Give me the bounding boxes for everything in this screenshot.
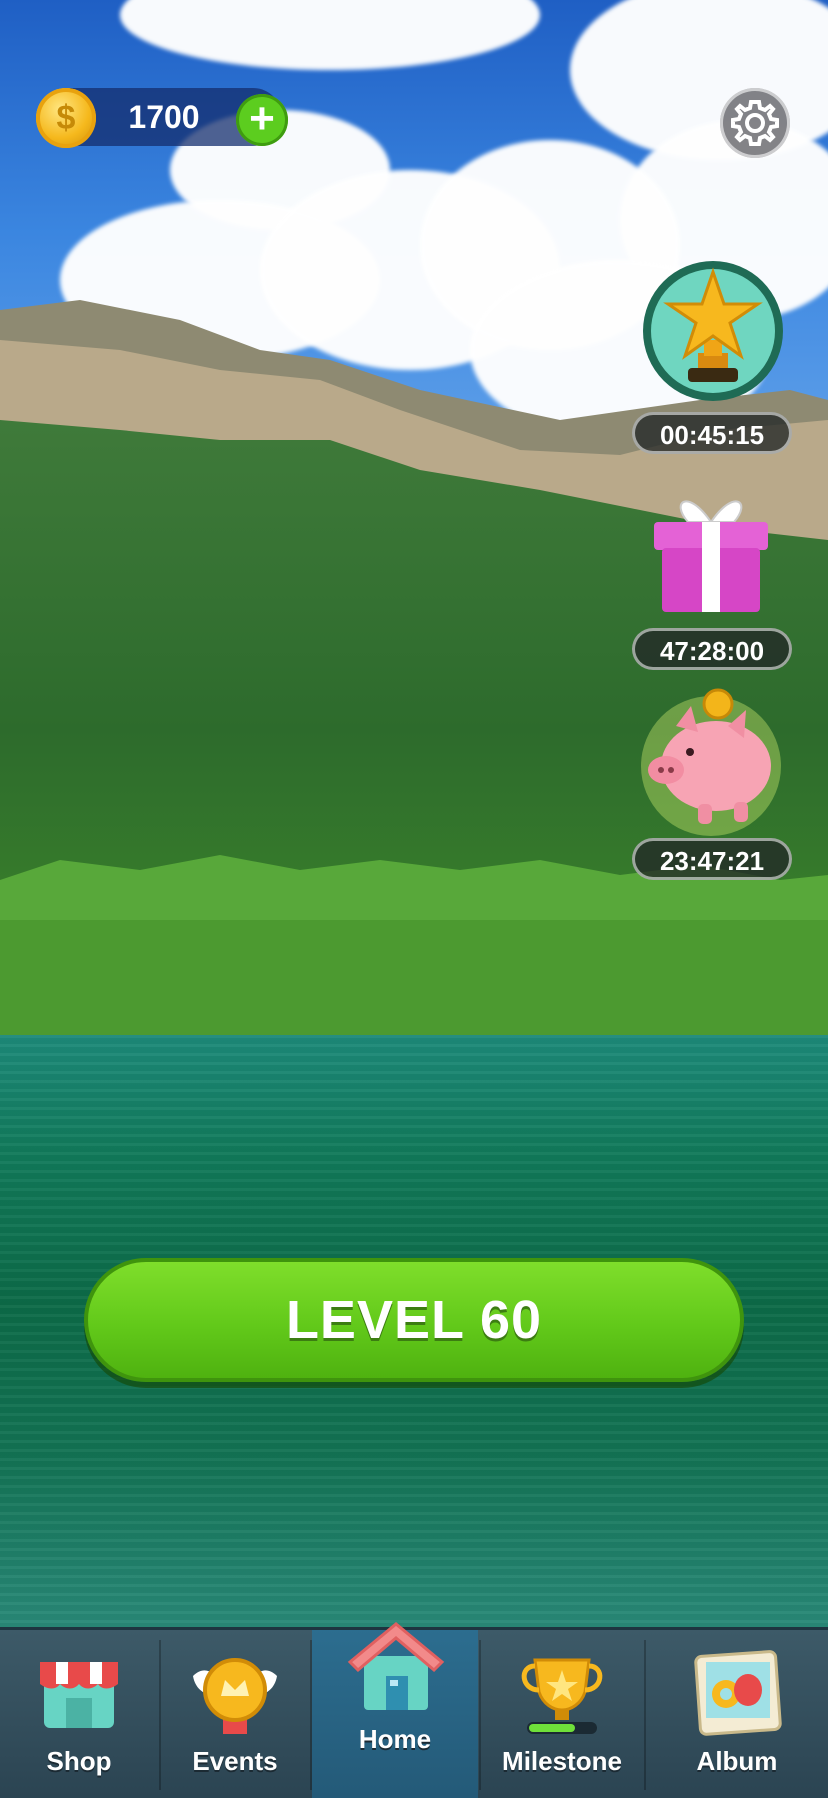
album-icon [694,1650,782,1736]
milestone-icon [521,1658,603,1734]
gear-icon [731,100,779,146]
play-level-label: LEVEL 60 [285,1290,543,1350]
piggy-bank-icon [641,688,781,836]
coin-amount: 1700 [128,99,200,135]
bottom-nav: Shop Events Home Milestone Album [0,1622,828,1798]
star-trophy-event[interactable] [640,258,786,404]
nav-events[interactable]: Events [161,1630,309,1798]
home-icon [347,1622,445,1710]
gift-box-timer: 47:28:00 [632,628,792,670]
settings-button[interactable] [720,88,790,158]
events-icon [193,1658,277,1734]
star-trophy-icon [643,261,783,401]
play-level-button[interactable]: LEVEL 60 [84,1258,744,1382]
piggy-bank-timer: 23:47:21 [632,838,792,880]
nav-home[interactable]: Home [312,1622,478,1798]
gift-box-icon [654,500,768,612]
nav-album-label: Album [696,1746,778,1776]
gift-box-event[interactable] [648,478,774,618]
nav-milestone[interactable]: Milestone [481,1630,643,1798]
star-trophy-timer: 00:45:15 [632,412,792,454]
shop-icon [40,1662,118,1728]
piggy-bank-event[interactable] [636,686,786,836]
add-coins-button[interactable]: + [236,94,288,146]
nav-shop[interactable]: Shop [0,1630,158,1798]
nav-home-label: Home [358,1724,432,1754]
coin-icon: $ [36,88,96,148]
nav-album[interactable]: Album [646,1630,828,1798]
nav-shop-label: Shop [46,1746,112,1776]
nav-events-label: Events [192,1746,278,1776]
nav-milestone-label: Milestone [502,1746,622,1776]
